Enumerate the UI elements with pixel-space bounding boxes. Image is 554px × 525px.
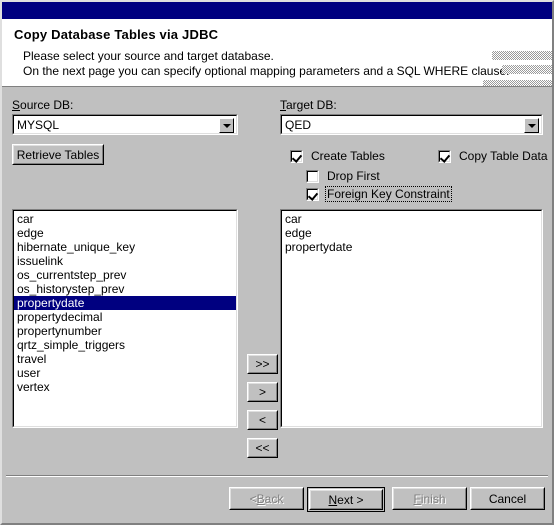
remove-selected-button[interactable]: < (247, 410, 278, 430)
source-db-label-mnemonic: S (12, 98, 21, 112)
drop-first-checkbox-row[interactable]: Drop First (306, 168, 382, 184)
cancel-button-label: Cancel (471, 488, 544, 509)
foreign-key-constraint-checkbox[interactable] (306, 187, 319, 201)
title-bar (2, 2, 552, 19)
source-tables-list[interactable]: car edge hibernate_unique_key issuelink os_c… (13, 210, 237, 427)
back-button-mnemonic: B (256, 491, 265, 506)
list-item[interactable]: car (282, 212, 541, 226)
target-db-combobox[interactable]: QED (280, 114, 543, 135)
drop-first-checkbox[interactable] (306, 169, 319, 183)
source-db-combobox[interactable]: MYSQL (12, 114, 238, 135)
source-db-label: Source DB: (12, 98, 73, 112)
header-description-line-2: On the next page you can specify optiona… (23, 64, 510, 78)
source-db-combobox-value: MYSQL (17, 118, 60, 132)
retrieve-tables-button-label: Retrieve Tables (13, 145, 103, 164)
list-item[interactable]: edge (14, 226, 236, 240)
back-button-text: ack (264, 491, 284, 506)
list-item[interactable]: user (14, 366, 236, 380)
list-item[interactable]: propertydecimal (14, 310, 236, 324)
retrieve-tables-button[interactable]: Retrieve Tables (12, 144, 104, 165)
list-item[interactable]: edge (282, 226, 541, 240)
dialog-window: Copy Database Tables via JDBC Please sel… (0, 0, 554, 525)
add-selected-button-label: > (248, 383, 277, 401)
copy-table-data-label: Copy Table Data (459, 149, 548, 163)
drop-first-label: Drop First (327, 169, 380, 183)
list-item[interactable]: issuelink (14, 254, 236, 268)
chevron-down-icon[interactable] (219, 118, 234, 133)
wizard-header-panel: Copy Database Tables via JDBC Please sel… (2, 19, 552, 87)
header-description-line-1: Please select your source and target dat… (23, 49, 274, 63)
dialog-content: Source DB: MYSQL Retrieve Tables car edge… (2, 88, 552, 523)
target-db-combobox-field: QED (281, 115, 542, 134)
triangle-down-glyph (223, 124, 231, 128)
add-selected-button[interactable]: > (247, 382, 278, 402)
transfer-button-group: >> > < << (247, 354, 278, 459)
list-item[interactable]: propertynumber (14, 324, 236, 338)
create-tables-checkbox-row[interactable]: Create Tables (290, 148, 387, 164)
target-tables-list[interactable]: car edge propertydate (281, 210, 542, 427)
footer-separator (6, 475, 548, 477)
foreign-key-constraint-label: Foreign Key Constraint (325, 186, 452, 202)
remove-all-button-label: << (248, 439, 277, 457)
next-button-face: Next > (309, 489, 383, 510)
list-item[interactable]: travel (14, 352, 236, 366)
remove-selected-button-label: < (248, 411, 277, 429)
target-db-combobox-value: QED (285, 118, 312, 132)
next-button-label: Next > (310, 490, 382, 509)
header-decoration-bar-1 (492, 51, 552, 60)
source-tables-listbox[interactable]: car edge hibernate_unique_key issuelink os_c… (12, 209, 238, 428)
next-button[interactable]: Next > (307, 487, 385, 512)
next-button-mnemonic: N (328, 492, 338, 507)
target-db-label: Target DB: (280, 98, 337, 112)
page-title: Copy Database Tables via JDBC (14, 27, 219, 42)
finish-button-text: inish (420, 491, 446, 506)
list-item[interactable]: hibernate_unique_key (14, 240, 236, 254)
add-all-button-label: >> (248, 355, 277, 373)
header-decoration-bar-3 (483, 80, 552, 86)
target-db-label-text: arget DB: (286, 98, 337, 112)
list-item[interactable]: vertex (14, 380, 236, 394)
list-item[interactable]: propertydate (282, 240, 541, 254)
list-item[interactable]: propertydate (14, 296, 236, 310)
back-button[interactable]: < Back (229, 487, 304, 510)
create-tables-checkbox[interactable] (290, 149, 303, 163)
back-button-prefix: < (249, 491, 257, 506)
source-db-label-text: ource DB: (20, 98, 74, 112)
finish-button[interactable]: Finish (392, 487, 467, 510)
add-all-button[interactable]: >> (247, 354, 278, 374)
list-item[interactable]: os_currentstep_prev (14, 268, 236, 282)
next-button-text: ext > (337, 492, 364, 507)
list-item[interactable]: os_historystep_prev (14, 282, 236, 296)
cancel-button[interactable]: Cancel (470, 487, 545, 510)
source-db-combobox-field: MYSQL (13, 115, 237, 134)
finish-button-mnemonic: F (413, 491, 421, 506)
finish-button-label: Finish (393, 488, 466, 509)
create-tables-label: Create Tables (311, 149, 385, 163)
triangle-down-glyph (528, 124, 536, 128)
back-button-label: < Back (230, 488, 303, 509)
target-tables-listbox[interactable]: car edge propertydate (280, 209, 543, 428)
foreign-key-constraint-checkbox-row[interactable]: Foreign Key Constraint (306, 186, 452, 202)
header-decoration-bar-2 (502, 65, 552, 74)
chevron-down-icon[interactable] (524, 118, 539, 133)
list-item[interactable]: qrtz_simple_triggers (14, 338, 236, 352)
list-item[interactable]: car (14, 212, 236, 226)
copy-table-data-checkbox-row[interactable]: Copy Table Data (438, 148, 550, 164)
copy-table-data-checkbox[interactable] (438, 149, 451, 163)
remove-all-button[interactable]: << (247, 438, 278, 458)
